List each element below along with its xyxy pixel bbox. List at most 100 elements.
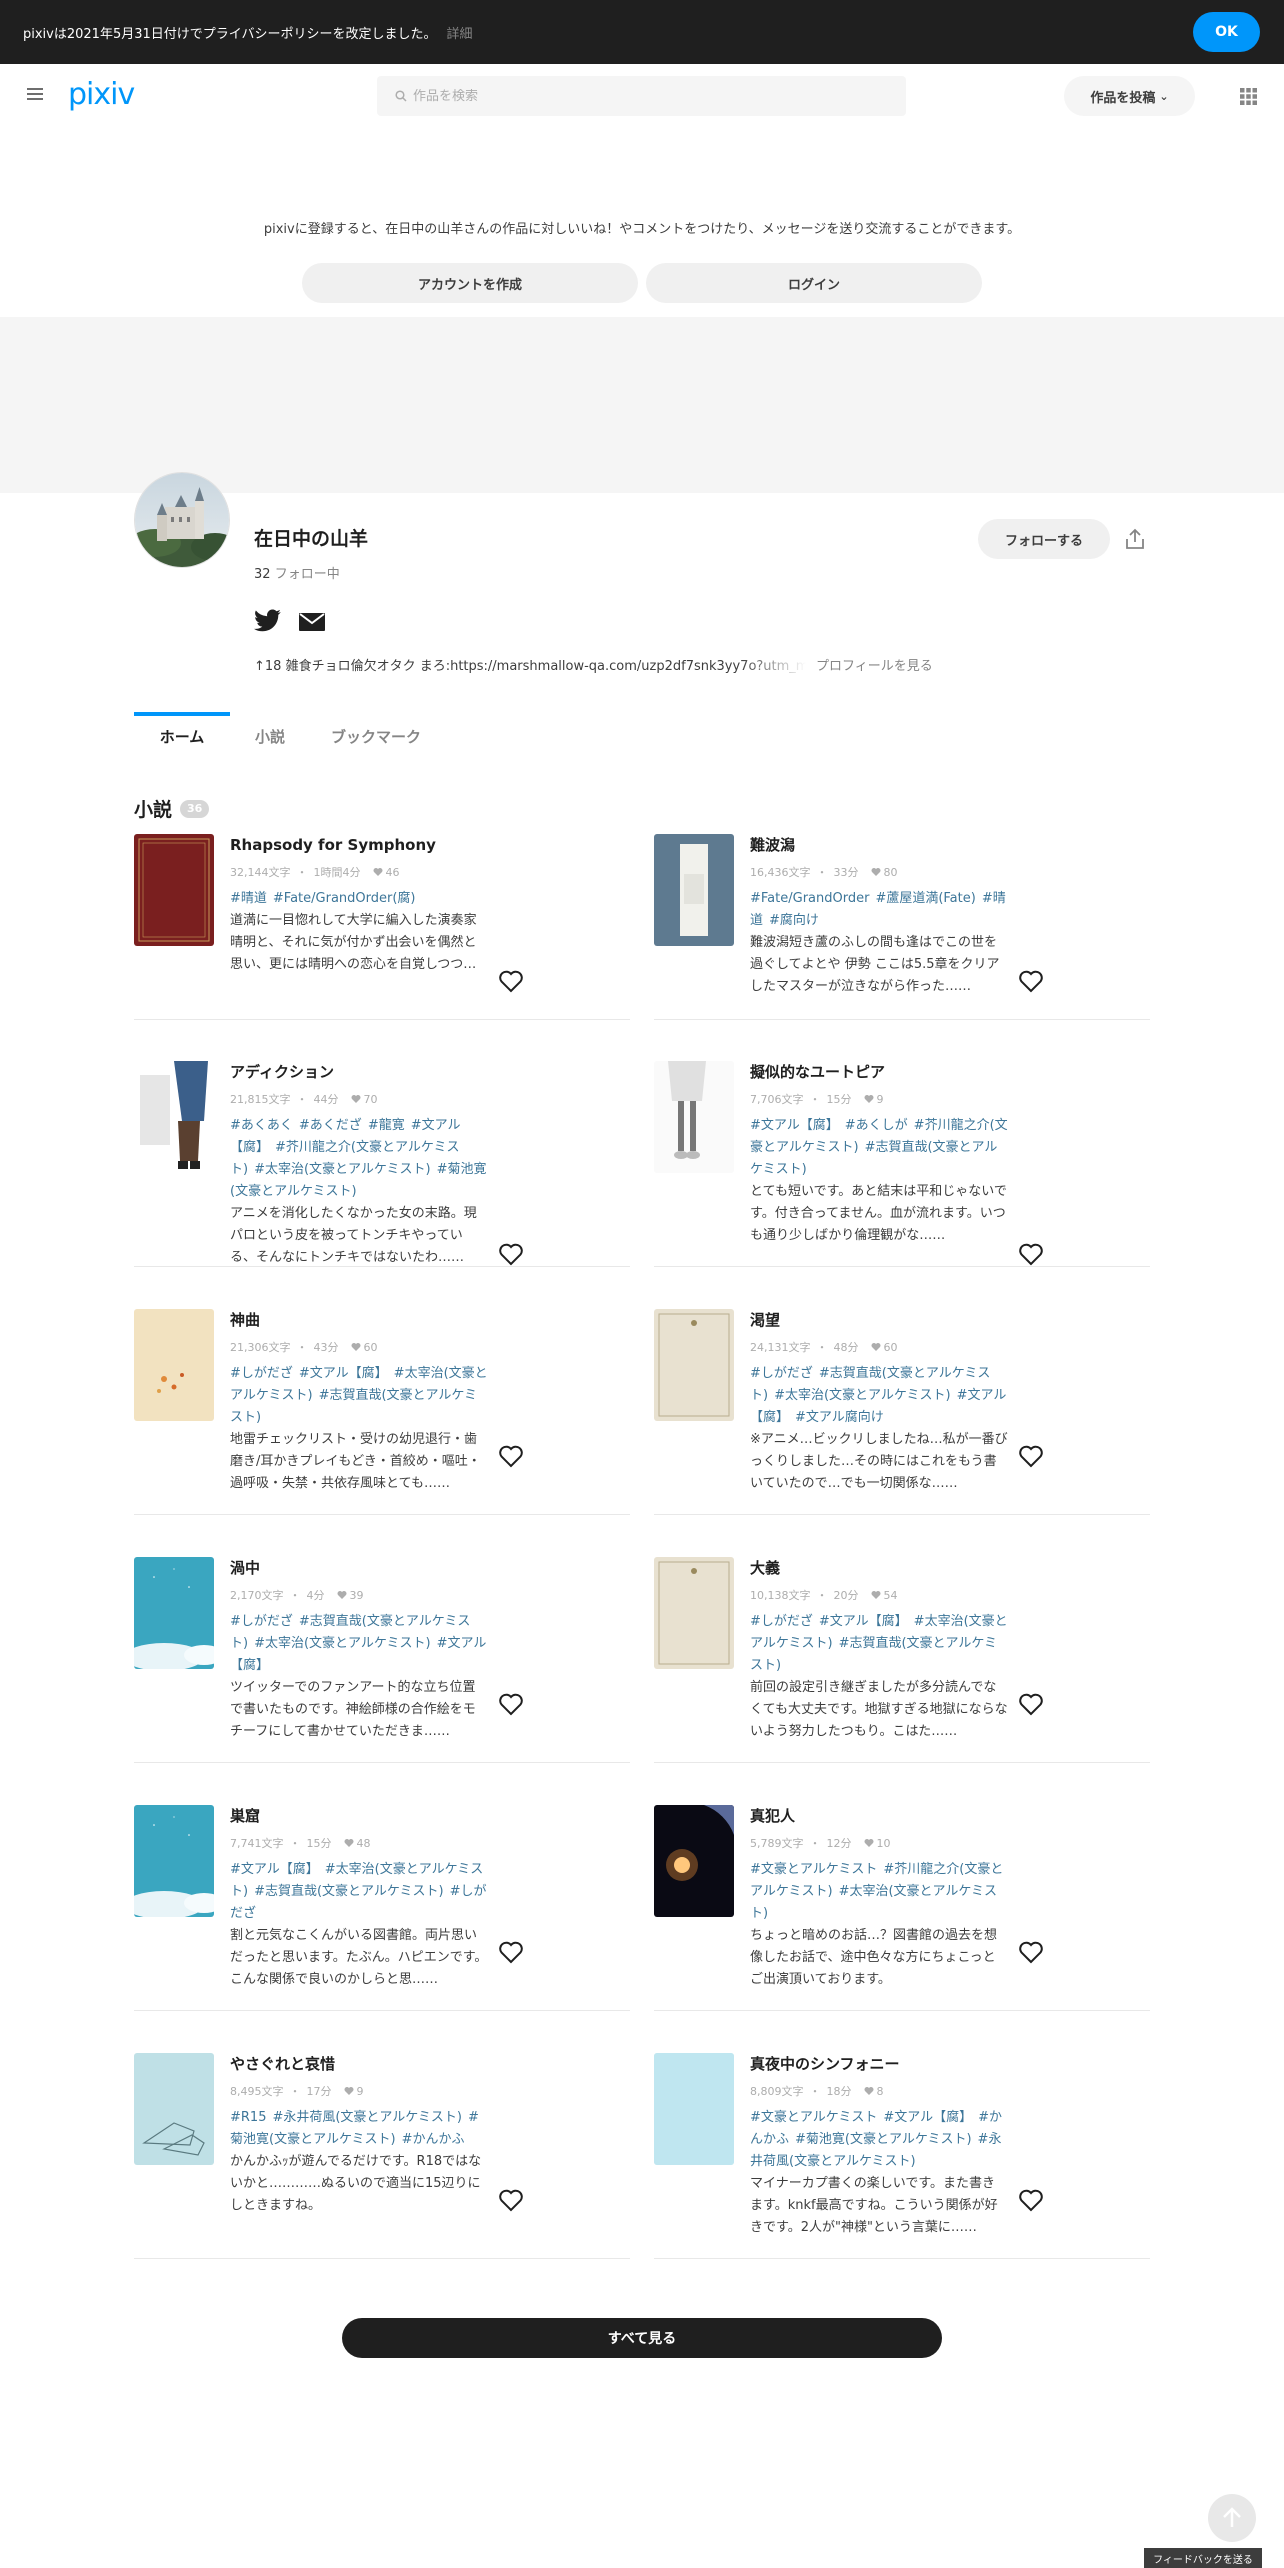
novel-card[interactable]: 真夜中のシンフォニー 8,809文字・ 18分 8 #文豪とアルケミスト #文アル【腐】… <box>654 2053 1150 2259</box>
login-button[interactable]: ログイン <box>646 263 982 303</box>
novel-tag[interactable]: #Fate/GrandOrder(腐) <box>273 891 416 906</box>
novel-cover-image[interactable] <box>654 2053 734 2165</box>
mail-icon[interactable] <box>298 612 326 632</box>
tab-bookmarks[interactable]: ブックマーク <box>310 712 442 756</box>
novel-title[interactable]: 擬似的なユートピア <box>750 1061 1150 1083</box>
novel-title[interactable]: 難波潟 <box>750 834 1150 856</box>
novel-cover-image[interactable] <box>134 1309 214 1421</box>
novel-tag[interactable]: #あくしが <box>845 1118 908 1133</box>
menu-icon[interactable] <box>27 86 45 102</box>
feedback-button[interactable]: フィードバックを送る <box>1144 2548 1262 2568</box>
heart-icon[interactable] <box>498 1241 524 1267</box>
novel-title[interactable]: Rhapsody for Symphony <box>230 834 630 856</box>
novel-tag[interactable]: #しがだざ <box>750 1366 813 1381</box>
novel-title[interactable]: 巣窟 <box>230 1805 630 1827</box>
heart-icon[interactable] <box>1018 2187 1044 2213</box>
novel-title[interactable]: アディクション <box>230 1061 630 1083</box>
novel-card[interactable]: アディクション 21,815文字・ 44分 70 #あくあく #あくだざ #龍寛 #文アル【… <box>134 1061 630 1267</box>
avatar[interactable] <box>134 472 230 568</box>
novel-card[interactable]: 擬似的なユートピア 7,706文字・ 15分 9 #文アル【腐】 #あくしが #芥川龍之介… <box>654 1061 1150 1267</box>
heart-icon[interactable] <box>1018 1691 1044 1717</box>
novel-card[interactable]: 渦中 2,170文字・ 4分 39 #しがだざ #志賀直哉(文豪とアルケミスト) #太宰治… <box>134 1557 630 1763</box>
novel-tag[interactable]: #R15 <box>230 2110 266 2125</box>
novel-tag[interactable]: #Fate/GrandOrder <box>750 891 869 906</box>
novel-cover-image[interactable] <box>654 1805 734 1917</box>
novel-tag[interactable]: #しがだざ <box>230 1366 293 1381</box>
novel-card[interactable]: 神曲 21,306文字・ 43分 60 #しがだざ #文アル【腐】 #太宰治(文豪とアルケ… <box>134 1309 630 1515</box>
novel-cover-image[interactable] <box>654 834 734 946</box>
novel-tag[interactable]: #あくあく <box>230 1118 293 1133</box>
novel-tag[interactable]: #文アル【腐】 <box>750 1118 839 1133</box>
novel-cover-image[interactable] <box>134 1061 214 1173</box>
pixiv-logo[interactable]: pixiv <box>68 77 135 112</box>
novel-tag[interactable]: #文アル【腐】 <box>230 1862 319 1877</box>
novel-card[interactable]: 難波潟 16,436文字・ 33分 80 #Fate/GrandOrder #蘆屋道満(… <box>654 834 1150 1020</box>
novel-cover-image[interactable] <box>654 1309 734 1421</box>
search-box[interactable] <box>377 76 906 116</box>
novel-cover-image[interactable] <box>654 1557 734 1669</box>
novel-tag[interactable]: #龍寛 <box>368 1118 405 1133</box>
follow-button[interactable]: フォローする <box>978 519 1110 559</box>
novel-tag[interactable]: #太宰治(文豪とアルケミスト) <box>774 1388 951 1403</box>
share-icon[interactable] <box>1124 528 1146 550</box>
novel-card[interactable]: 渇望 24,131文字・ 48分 60 #しがだざ #志賀直哉(文豪とアルケミスト) #太… <box>654 1309 1150 1515</box>
novel-tag[interactable]: #志賀直哉(文豪とアルケミスト) <box>254 1884 444 1899</box>
novel-tag[interactable]: #文豪とアルケミスト <box>750 1862 877 1877</box>
novel-tag[interactable]: #太宰治(文豪とアルケミスト) <box>254 1162 431 1177</box>
novel-cover-image[interactable] <box>134 2053 214 2165</box>
create-account-button[interactable]: アカウントを作成 <box>302 263 638 303</box>
heart-icon[interactable] <box>498 968 524 994</box>
see-all-button[interactable]: すべて見る <box>342 2318 942 2358</box>
novel-cover-image[interactable] <box>654 1061 734 1173</box>
novel-tag[interactable]: #菊池寛(文豪とアルケミスト) <box>795 2132 972 2147</box>
novel-cover-image[interactable] <box>134 834 214 946</box>
novel-title[interactable]: 神曲 <box>230 1309 630 1331</box>
twitter-icon[interactable] <box>254 609 282 633</box>
novel-tag[interactable]: #文アル【腐】 <box>299 1366 388 1381</box>
novel-title[interactable]: 大義 <box>750 1557 1150 1579</box>
novel-card[interactable]: 巣窟 7,741文字・ 15分 48 #文アル【腐】 #太宰治(文豪とアルケミスト) #志… <box>134 1805 630 2011</box>
novel-tag[interactable]: #あくだざ <box>299 1118 362 1133</box>
novel-card[interactable]: やさぐれと哀惜 8,495文字・ 17分 9 #R15 #永井荷風(文豪とアルケミスト)… <box>134 2053 630 2259</box>
heart-icon[interactable] <box>498 1939 524 1965</box>
tab-home[interactable]: ホーム <box>134 712 230 756</box>
view-profile-link[interactable]: プロフィールを見る <box>816 655 933 674</box>
novel-tag[interactable]: #しがだざ <box>230 1614 293 1629</box>
novel-tag[interactable]: #腐向け <box>769 913 819 928</box>
heart-icon[interactable] <box>1018 1939 1044 1965</box>
novel-tag[interactable]: #文アル腐向け <box>795 1410 884 1425</box>
novel-tag[interactable]: #晴道 <box>230 891 267 906</box>
search-input[interactable] <box>413 88 873 104</box>
heart-icon[interactable] <box>1018 1241 1044 1267</box>
heart-icon[interactable] <box>498 1691 524 1717</box>
novel-title[interactable]: 真夜中のシンフォニー <box>750 2053 1150 2075</box>
heart-icon[interactable] <box>498 2187 524 2213</box>
scroll-to-top-button[interactable] <box>1208 2494 1256 2542</box>
heart-icon[interactable] <box>1018 968 1044 994</box>
apps-grid-icon[interactable] <box>1240 88 1257 105</box>
novel-title[interactable]: 渦中 <box>230 1557 630 1579</box>
novel-title[interactable]: 真犯人 <box>750 1805 1150 1827</box>
novel-tag[interactable]: #蘆屋道満(Fate) <box>875 891 975 906</box>
following-count[interactable]: 32 フォロー中 <box>254 563 340 582</box>
novel-tag[interactable]: #太宰治(文豪とアルケミスト) <box>254 1636 431 1651</box>
heart-icon[interactable] <box>1018 1443 1044 1469</box>
novel-tag[interactable]: #文豪とアルケミスト <box>750 2110 877 2125</box>
novel-cover-image[interactable] <box>134 1805 214 1917</box>
novel-title[interactable]: 渇望 <box>750 1309 1150 1331</box>
novel-tag[interactable]: #しがだざ <box>750 1614 813 1629</box>
novel-tag[interactable]: #永井荷風(文豪とアルケミスト) <box>272 2110 462 2125</box>
novel-card[interactable]: 真犯人 5,789文字・ 12分 10 #文豪とアルケミスト #芥川龍之介(文豪とアルケ… <box>654 1805 1150 2011</box>
post-work-button[interactable]: 作品を投稿 ⌄ <box>1064 76 1195 116</box>
notice-details-link[interactable]: 詳細 <box>447 23 473 42</box>
novel-tag[interactable]: #文アル【腐】 <box>819 1614 908 1629</box>
novel-title[interactable]: やさぐれと哀惜 <box>230 2053 630 2075</box>
heart-icon[interactable] <box>498 1443 524 1469</box>
novel-card[interactable]: 大義 10,138文字・ 20分 54 #しがだざ #文アル【腐】 #太宰治(文豪とアルケ… <box>654 1557 1150 1763</box>
novel-cover-image[interactable] <box>134 1557 214 1669</box>
tab-novels[interactable]: 小説 <box>230 712 310 756</box>
novel-tag[interactable]: #かんかふ <box>402 2132 465 2147</box>
notice-ok-button[interactable]: OK <box>1193 12 1260 52</box>
novel-card[interactable]: Rhapsody for Symphony 32,144文字・ 1時間4分 46 #晴… <box>134 834 630 1020</box>
novel-tag[interactable]: #文アル【腐】 <box>883 2110 972 2125</box>
